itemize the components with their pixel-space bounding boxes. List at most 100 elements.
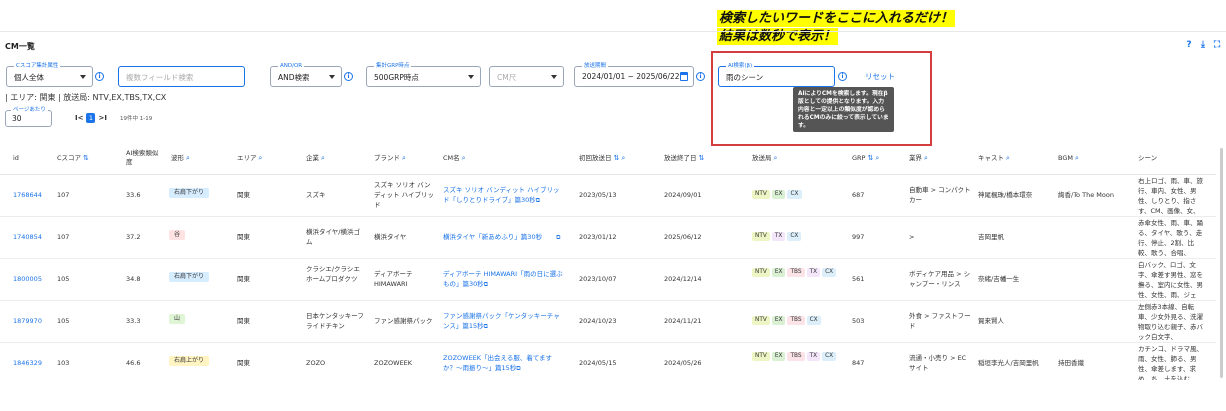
station-tag: EX bbox=[771, 316, 786, 325]
download-icon[interactable]: ⤓ bbox=[1198, 40, 1208, 50]
search-icon[interactable]: ⌕ bbox=[924, 154, 928, 162]
pagination: I< 1 >I 19件中 1-19 bbox=[75, 113, 152, 123]
station-tag: TX bbox=[806, 268, 821, 277]
col-brand[interactable]: ブランド ⌕ bbox=[374, 154, 406, 163]
row-brand: ZOZOWEEK bbox=[374, 359, 413, 367]
row-cm-link[interactable]: ディアボーテ HIMAWARI「雨の日に選ぶもの」篇30秒⧉ bbox=[443, 269, 563, 290]
and-or-value: AND検索 bbox=[278, 73, 310, 82]
row-last-air: 2024/11/21 bbox=[664, 317, 702, 325]
row-brand: スズキ ソリオ バンディット ハイブリッド bbox=[374, 181, 434, 209]
score-attr-select[interactable]: Cスコア集計属性 個人全体 bbox=[6, 62, 93, 87]
multi-field-search-input[interactable]: 複数フィールド検索 bbox=[118, 66, 245, 87]
sort-icon[interactable]: ⇅ bbox=[83, 154, 89, 162]
page-title: CM一覧 bbox=[5, 42, 35, 51]
search-icon[interactable]: ⌕ bbox=[621, 154, 625, 162]
col-last-air[interactable]: 放送終了日 ⇅ bbox=[664, 154, 704, 163]
col-company[interactable]: 企業 ⌕ bbox=[306, 154, 325, 163]
row-last-air: 2024/09/01 bbox=[664, 191, 702, 199]
per-page-select[interactable]: ページあたり 30 bbox=[5, 106, 52, 127]
station-tag: CX bbox=[787, 232, 802, 241]
row-grp: 997 bbox=[852, 233, 865, 241]
col-area[interactable]: エリア ⌕ bbox=[237, 154, 262, 163]
row-cscore: 107 bbox=[57, 191, 70, 199]
col-first-air[interactable]: 初回放送日 ⇅ ⌕ bbox=[579, 154, 625, 163]
ai-search-value: 雨のシーン bbox=[726, 73, 764, 82]
row-id-link[interactable]: 1800005 bbox=[13, 274, 42, 284]
row-id-link[interactable]: 1768644 bbox=[13, 190, 42, 200]
and-or-select[interactable]: AND/OR AND検索 bbox=[270, 62, 342, 87]
station-tag: CX bbox=[787, 190, 802, 199]
vertical-scrollbar[interactable] bbox=[1220, 148, 1223, 378]
info-icon[interactable]: i bbox=[696, 72, 705, 81]
col-ai-score[interactable]: AI検索類似度 bbox=[126, 149, 162, 167]
row-ai-score: 33.6 bbox=[126, 191, 141, 199]
chevron-down-icon bbox=[80, 75, 86, 79]
col-cscore[interactable]: Cスコア ⇅ bbox=[57, 154, 89, 163]
help-icon[interactable]: ? bbox=[1184, 40, 1194, 50]
row-stations: NTV EX TBS TX CX bbox=[752, 350, 842, 363]
col-cm-name[interactable]: CM名 ⌕ bbox=[443, 154, 466, 163]
row-cm-link[interactable]: 横浜タイヤ「新あめふり」篇30秒 ⧉ bbox=[443, 232, 563, 243]
col-id[interactable]: id bbox=[13, 154, 19, 163]
search-icon[interactable]: ⌕ bbox=[259, 154, 263, 162]
reset-button[interactable]: リセット bbox=[865, 71, 895, 82]
calendar-icon[interactable] bbox=[680, 72, 688, 81]
row-cm-link[interactable]: ZOZOWEEK「出会える服、着てますか？〜雨振り〜」篇15秒⧉ bbox=[443, 353, 563, 374]
row-last-air: 2024/05/26 bbox=[664, 359, 702, 367]
col-wave[interactable]: 波形 ⌕ bbox=[171, 154, 190, 163]
search-icon[interactable]: ⌕ bbox=[186, 154, 190, 162]
station-tag: EX bbox=[771, 352, 786, 361]
row-first-air: 2023/05/13 bbox=[579, 191, 617, 199]
row-divider bbox=[0, 342, 1216, 343]
row-company: 日本ケンタッキーフライドチキン bbox=[306, 312, 364, 330]
station-tag: EX bbox=[771, 190, 786, 199]
area-station-summary: | エリア: 関東 | 放送局: NTV,EX,TBS,TX,CX bbox=[5, 93, 167, 102]
row-first-air: 2023/01/12 bbox=[579, 233, 617, 241]
first-page-button[interactable]: I< bbox=[75, 114, 83, 122]
search-icon[interactable]: ⌕ bbox=[774, 154, 778, 162]
search-icon[interactable]: ⌕ bbox=[321, 154, 325, 162]
sort-icon[interactable]: ⇅ bbox=[867, 154, 873, 162]
station-tag: TX bbox=[806, 352, 821, 361]
row-cscore: 107 bbox=[57, 233, 70, 241]
search-icon[interactable]: ⌕ bbox=[875, 154, 879, 162]
header-actions: ? ⤓ ⛶ bbox=[1184, 40, 1222, 50]
row-scene: 赤傘女性、雨、車、踊る、タイヤ、歌う、走行、停止、2割、比較、歌う、合唱、 bbox=[1138, 219, 1203, 257]
col-scene[interactable]: シーン bbox=[1138, 154, 1157, 163]
period-range-input[interactable]: 放送期間 2024/01/01 ~ 2025/06/22 bbox=[574, 62, 694, 87]
info-icon[interactable]: i bbox=[838, 72, 847, 81]
col-industry[interactable]: 業界 ⌕ bbox=[909, 154, 928, 163]
search-icon[interactable]: ⌕ bbox=[1075, 154, 1079, 162]
search-icon[interactable]: ⌕ bbox=[462, 154, 466, 162]
ai-search-input[interactable]: AI検索(β) 雨のシーン bbox=[718, 62, 835, 87]
row-divider bbox=[0, 300, 1216, 301]
row-id-link[interactable]: 1740854 bbox=[13, 232, 42, 242]
row-ai-score: 37.2 bbox=[126, 233, 141, 241]
col-cast[interactable]: キャスト ⌕ bbox=[978, 154, 1010, 163]
info-icon[interactable]: i bbox=[344, 72, 353, 81]
ai-search-tooltip: AIによりCMを検索します。現在β版としての提供となります。入力内容と一定以上の… bbox=[793, 87, 894, 132]
row-cm-link[interactable]: ファン感謝祭パック「ケンタッキーチャンス」篇15秒⧉ bbox=[443, 311, 563, 332]
grp-select[interactable]: 集計GRP時点 500GRP時点 bbox=[366, 62, 481, 87]
row-id-link[interactable]: 1879970 bbox=[13, 316, 42, 326]
current-page-button[interactable]: 1 bbox=[86, 113, 96, 123]
fullscreen-icon[interactable]: ⛶ bbox=[1212, 40, 1222, 50]
row-brand: ディアボーテ HIMAWARI bbox=[374, 270, 413, 288]
cm-length-select[interactable]: CM尺 bbox=[489, 66, 564, 87]
search-icon[interactable]: ⌕ bbox=[1006, 154, 1010, 162]
sort-icon[interactable]: ⇅ bbox=[699, 154, 705, 162]
search-icon[interactable]: ⌕ bbox=[402, 154, 406, 162]
row-id-link[interactable]: 1846329 bbox=[13, 358, 42, 368]
row-scene: 白バック、ロゴ、文字、傘差す男性、窓を撫る、室内に女性、男性、女性、雨、ジェル、 bbox=[1138, 261, 1203, 299]
row-cm-link[interactable]: スズキ ソリオ バンディット ハイブリッド「しりとりドライブ」篇30秒⧉ bbox=[443, 185, 563, 206]
row-company: スズキ bbox=[306, 191, 326, 199]
sort-icon[interactable]: ⇅ bbox=[614, 154, 620, 162]
col-stations[interactable]: 放送局 ⌕ bbox=[752, 154, 777, 163]
per-page-value: 30 bbox=[12, 114, 22, 123]
col-bgm[interactable]: BGM ⌕ bbox=[1058, 154, 1079, 163]
col-grp[interactable]: GRP ⇅ ⌕ bbox=[852, 154, 879, 163]
row-industry: 流通・小売り > ECサイト bbox=[909, 354, 967, 372]
station-tag: TBS bbox=[787, 316, 805, 325]
last-page-button[interactable]: >I bbox=[98, 114, 106, 122]
info-icon[interactable]: i bbox=[95, 72, 104, 81]
